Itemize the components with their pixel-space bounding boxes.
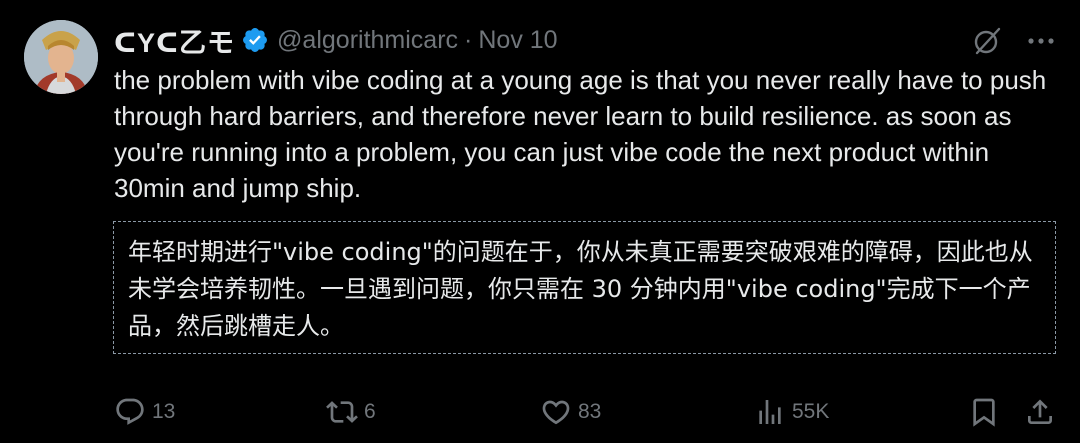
translation-box: 年轻时期进行"vibe coding"的问题在于，你从未真正需要突破艰难的障碍，… <box>113 221 1056 354</box>
bookmark-button[interactable] <box>968 392 1000 432</box>
like-button[interactable]: 83 <box>540 392 601 432</box>
bookmark-icon <box>973 398 995 427</box>
reply-count: 13 <box>152 400 176 423</box>
display-name[interactable]: ᑕYᑕ乙モ <box>114 21 235 60</box>
post-timestamp[interactable]: Nov 10 <box>478 26 557 55</box>
repost-icon <box>326 401 358 423</box>
translation-text: 年轻时期进行"vibe coding"的问题在于，你从未真正需要突破艰难的障碍，… <box>128 238 1033 340</box>
repost-count: 6 <box>364 400 376 423</box>
share-icon <box>1028 399 1052 424</box>
action-bar: 13 6 83 55K <box>114 392 1062 432</box>
avatar-image <box>24 20 98 94</box>
more-dots-icon <box>1028 38 1054 44</box>
repost-button[interactable]: 6 <box>326 392 376 432</box>
more-options-button[interactable] <box>1024 24 1058 58</box>
views-button[interactable]: 55K <box>754 392 829 432</box>
slash-circle-icon <box>974 27 1001 55</box>
views-chart-icon <box>759 400 781 424</box>
share-button[interactable] <box>1024 392 1056 432</box>
author-handle[interactable]: @algorithmicarc <box>277 26 458 55</box>
avatar[interactable] <box>24 20 98 94</box>
view-count: 55K <box>792 400 830 423</box>
like-count: 83 <box>578 400 602 423</box>
reply-button[interactable]: 13 <box>114 392 175 432</box>
grok-button[interactable] <box>970 24 1004 58</box>
post-top-actions <box>970 24 1058 58</box>
post-header: ᑕYᑕ乙モ @algorithmicarc · Nov 10 <box>114 22 558 58</box>
heart-icon <box>542 400 570 425</box>
verified-badge-icon[interactable] <box>241 26 269 54</box>
reply-icon <box>116 398 144 425</box>
post-text: the problem with vibe coding at a young … <box>114 65 1047 203</box>
header-separator: · <box>464 25 473 54</box>
